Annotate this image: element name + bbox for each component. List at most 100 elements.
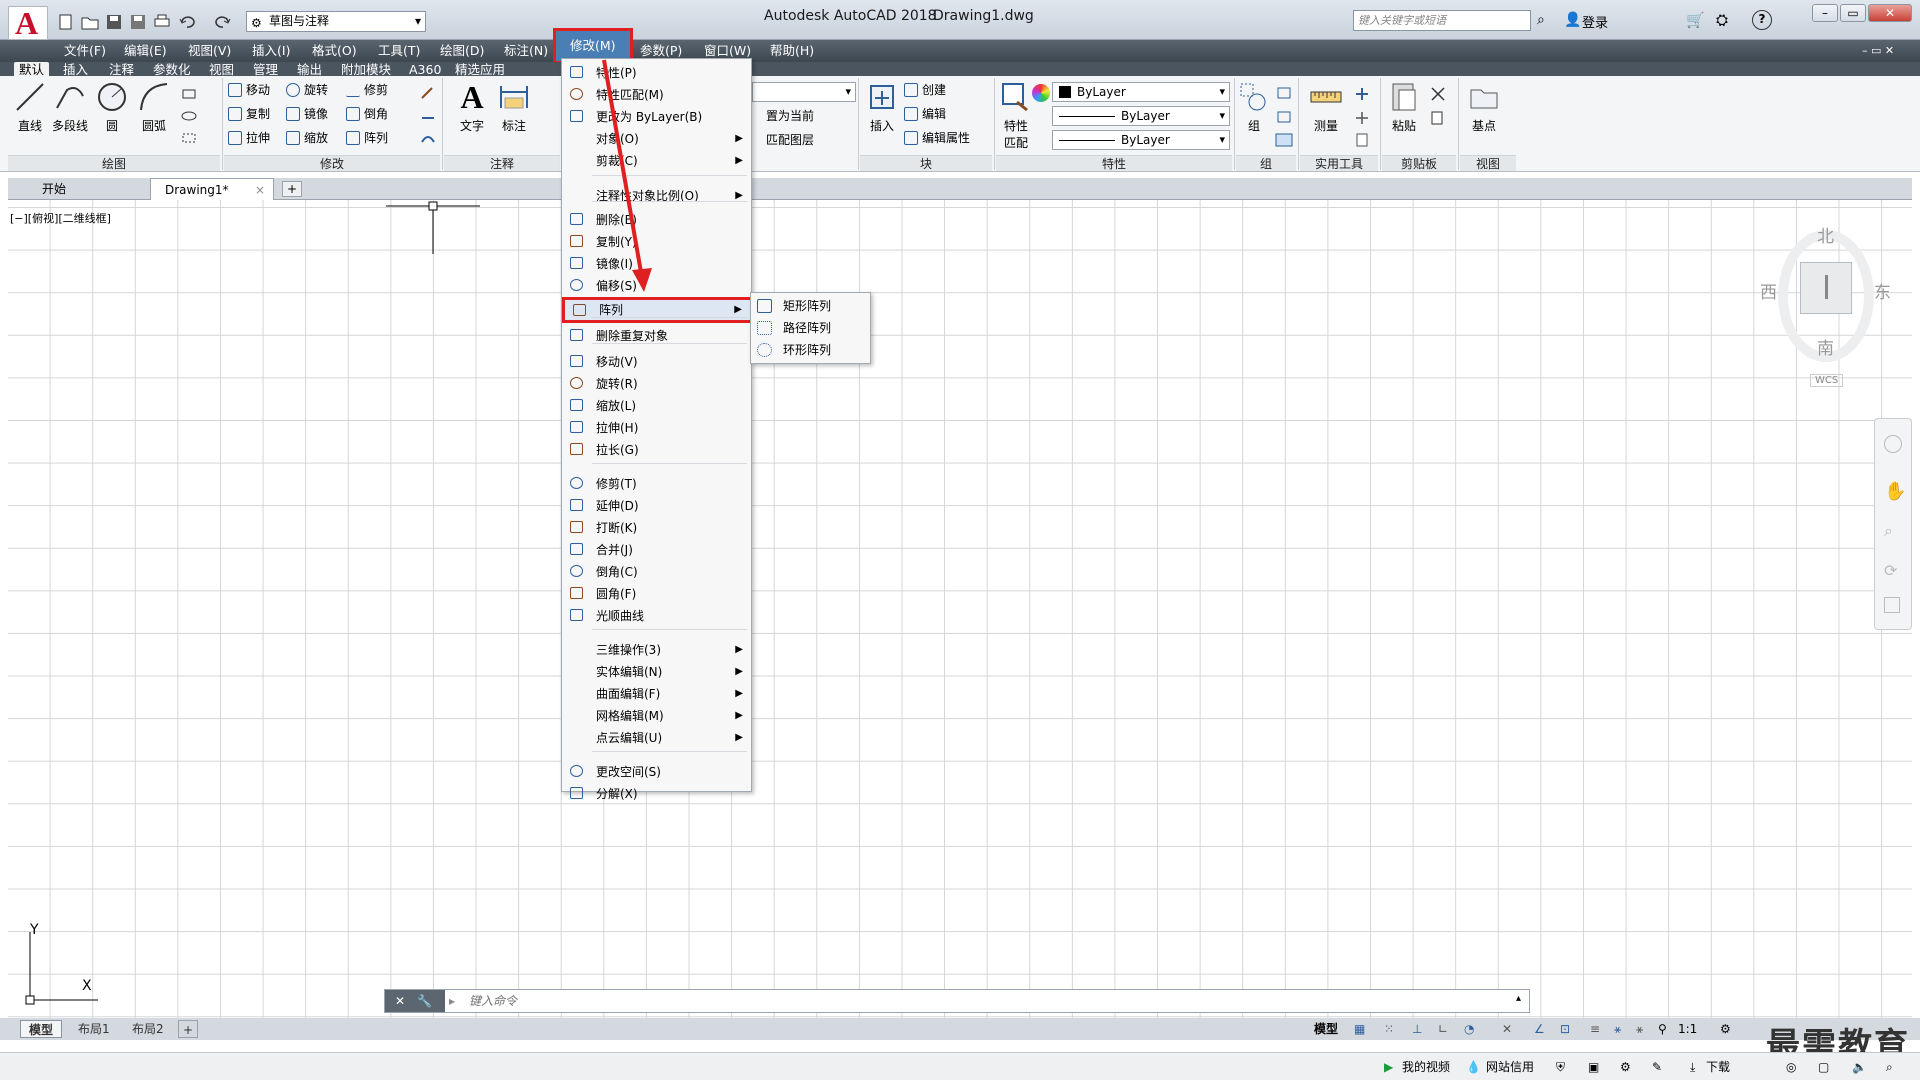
circle-button[interactable]: 圆 bbox=[92, 80, 132, 134]
viewcube-top-face[interactable] bbox=[1800, 262, 1852, 314]
grid-icon[interactable]: ▦ bbox=[1354, 1018, 1365, 1040]
tab-start[interactable]: 开始 bbox=[28, 178, 80, 200]
steering-wheel-icon[interactable] bbox=[1884, 435, 1902, 453]
modify-menu-item[interactable]: 三维操作(3) ▶ bbox=[562, 639, 751, 661]
menu-tools[interactable]: 工具(T) bbox=[372, 40, 426, 62]
ie-icon[interactable]: ◎ bbox=[1786, 1053, 1796, 1081]
tab-model[interactable]: 模型 bbox=[20, 1020, 63, 1038]
color-dropdown[interactable]: ByLayer bbox=[1052, 82, 1230, 102]
trim-button[interactable]: 修剪 bbox=[344, 80, 388, 100]
group-more-icons[interactable] bbox=[1274, 84, 1294, 148]
save-as-icon[interactable] bbox=[128, 13, 148, 31]
menu-dimension[interactable]: 标注(N) bbox=[498, 40, 554, 62]
move-button[interactable]: 移动 bbox=[226, 80, 270, 100]
modify-more-icons[interactable] bbox=[418, 84, 438, 148]
compass-south[interactable]: 南 bbox=[1817, 334, 1834, 359]
modify-menu-item[interactable]: 倒角(C) bbox=[562, 561, 751, 583]
arc-button[interactable]: 圆弧 bbox=[134, 80, 174, 134]
close-button[interactable]: ✕ bbox=[1868, 4, 1912, 22]
clipboard-more-icons[interactable] bbox=[1428, 84, 1448, 134]
undo-icon[interactable] bbox=[178, 13, 198, 31]
close-tab-icon[interactable]: × bbox=[255, 179, 265, 201]
array-button[interactable]: 阵列 bbox=[344, 128, 388, 148]
compass-north[interactable]: 北 bbox=[1817, 222, 1834, 247]
help-icon[interactable]: ? bbox=[1752, 10, 1772, 30]
menu-view[interactable]: 视图(V) bbox=[182, 40, 237, 62]
settings-icon[interactable]: ⚙ bbox=[1620, 1053, 1631, 1081]
annotation-scale-icon[interactable]: ⚲ bbox=[1658, 1018, 1667, 1040]
lineweight-dropdown[interactable]: ByLayer bbox=[1052, 130, 1230, 150]
match-properties-button[interactable]: 特性 匹配 bbox=[996, 80, 1036, 151]
panel-title-draw[interactable]: 绘图 bbox=[8, 155, 220, 171]
color-wheel-icon[interactable] bbox=[1032, 84, 1050, 102]
orbit-icon[interactable]: ⟳ bbox=[1884, 561, 1897, 580]
command-input[interactable] bbox=[469, 991, 1499, 1011]
application-menu-button[interactable]: A bbox=[8, 5, 48, 41]
modify-menu-item[interactable]: 圆角(F) bbox=[562, 583, 751, 605]
modify-menu-item[interactable]: 拉长(G) bbox=[562, 439, 751, 461]
paste-button[interactable]: 粘贴 bbox=[1384, 80, 1424, 134]
panel-title-view[interactable]: 视图 bbox=[1460, 155, 1516, 171]
rectangular-array-item[interactable]: 矩形阵列 bbox=[751, 295, 870, 317]
zoom-icon[interactable]: ⌕ bbox=[1884, 521, 1893, 541]
panel-title-modify[interactable]: 修改 bbox=[224, 155, 440, 171]
menu-edit[interactable]: 编辑(E) bbox=[118, 40, 173, 62]
search-icon[interactable]: ⌕ bbox=[1886, 1053, 1893, 1081]
lineweight-icon[interactable]: ≡ bbox=[1590, 1018, 1600, 1040]
volume-icon[interactable]: 🔈 bbox=[1852, 1053, 1867, 1081]
open-icon[interactable] bbox=[80, 13, 100, 31]
tab-layout1[interactable]: 布局1 bbox=[70, 1020, 118, 1038]
modify-menu-item[interactable]: 分解(X) bbox=[562, 783, 751, 805]
modify-menu-item[interactable]: 光顺曲线 bbox=[562, 605, 751, 627]
infer-icon[interactable]: ⊥ bbox=[1412, 1018, 1422, 1040]
customize-icon[interactable]: 🔧 bbox=[417, 990, 432, 1012]
mirror-button[interactable]: 镜像 bbox=[284, 104, 328, 124]
compass-west[interactable]: 西 bbox=[1760, 278, 1777, 303]
a360-icon[interactable]: ⛭ bbox=[1716, 11, 1728, 29]
menu-format[interactable]: 格式(O) bbox=[306, 40, 363, 62]
workspace-gear-icon[interactable]: ⚙ bbox=[1720, 1018, 1731, 1040]
binoculars-icon[interactable]: ⌕ bbox=[1537, 12, 1545, 28]
download-link[interactable]: 下载 bbox=[1706, 1053, 1730, 1081]
panel-title-clipboard[interactable]: 剪贴板 bbox=[1382, 155, 1456, 171]
base-view-button[interactable]: 基点 bbox=[1464, 80, 1504, 134]
panel-title-properties[interactable]: 特性 bbox=[996, 155, 1232, 171]
tab-layout2[interactable]: 布局2 bbox=[124, 1020, 172, 1038]
pan-hand-icon[interactable]: ✋ bbox=[1884, 481, 1906, 502]
menu-help[interactable]: 帮助(H) bbox=[764, 40, 820, 62]
minimize-button[interactable]: – bbox=[1812, 4, 1838, 22]
site-credit-link[interactable]: 网站信用 bbox=[1486, 1053, 1534, 1081]
modify-menu-item[interactable]: 点云编辑(U) ▶ bbox=[562, 727, 751, 749]
menu-file[interactable]: 文件(F) bbox=[58, 40, 112, 62]
osnap-icon[interactable]: ✕ bbox=[1502, 1018, 1512, 1040]
layer-dropdown[interactable] bbox=[752, 82, 856, 102]
image-icon[interactable]: ▣ bbox=[1588, 1053, 1599, 1081]
shield-icon[interactable]: ⛨ bbox=[1556, 1053, 1565, 1081]
modify-menu-item[interactable]: 更改空间(S) bbox=[562, 761, 751, 783]
print-icon[interactable] bbox=[152, 13, 172, 31]
copy-button[interactable]: 复制 bbox=[226, 104, 270, 124]
new-icon[interactable] bbox=[56, 13, 76, 31]
modify-menu-item[interactable]: 缩放(L) bbox=[562, 395, 751, 417]
path-array-item[interactable]: 路径阵列 bbox=[751, 317, 870, 339]
annotation-visibility-icon[interactable]: ⚹ bbox=[1614, 1018, 1621, 1040]
command-history-icon[interactable]: ▴ bbox=[1516, 988, 1521, 1010]
modify-menu-item[interactable]: 阵列 ▶ bbox=[562, 297, 753, 323]
new-tab-icon[interactable]: + bbox=[282, 181, 303, 197]
annotation-scale[interactable]: 1:1 bbox=[1678, 1018, 1697, 1040]
panel-title-utilities[interactable]: 实用工具 bbox=[1300, 155, 1378, 171]
compass-east[interactable]: 东 bbox=[1874, 278, 1891, 303]
panel-title-block[interactable]: 块 bbox=[860, 155, 992, 171]
redo-icon[interactable] bbox=[212, 13, 232, 31]
viewcube[interactable]: 北 南 东 西 WCS bbox=[1756, 222, 1892, 392]
modify-menu-item[interactable]: 延伸(D) bbox=[562, 495, 751, 517]
modify-menu-item[interactable]: 移动(V) bbox=[562, 351, 751, 373]
dimension-button[interactable]: 标注 bbox=[494, 80, 534, 134]
window-icon[interactable]: ▢ bbox=[1818, 1053, 1829, 1081]
my-video-link[interactable]: 我的视频 bbox=[1402, 1053, 1450, 1081]
login-button[interactable]: 登录 bbox=[1582, 12, 1608, 31]
cart-icon[interactable]: 🛒 bbox=[1686, 11, 1705, 29]
modify-menu-item[interactable]: 实体编辑(N) ▶ bbox=[562, 661, 751, 683]
annotation-auto-icon[interactable]: ⚹ bbox=[1636, 1018, 1643, 1040]
fillet-button[interactable]: 倒角 bbox=[344, 104, 388, 124]
